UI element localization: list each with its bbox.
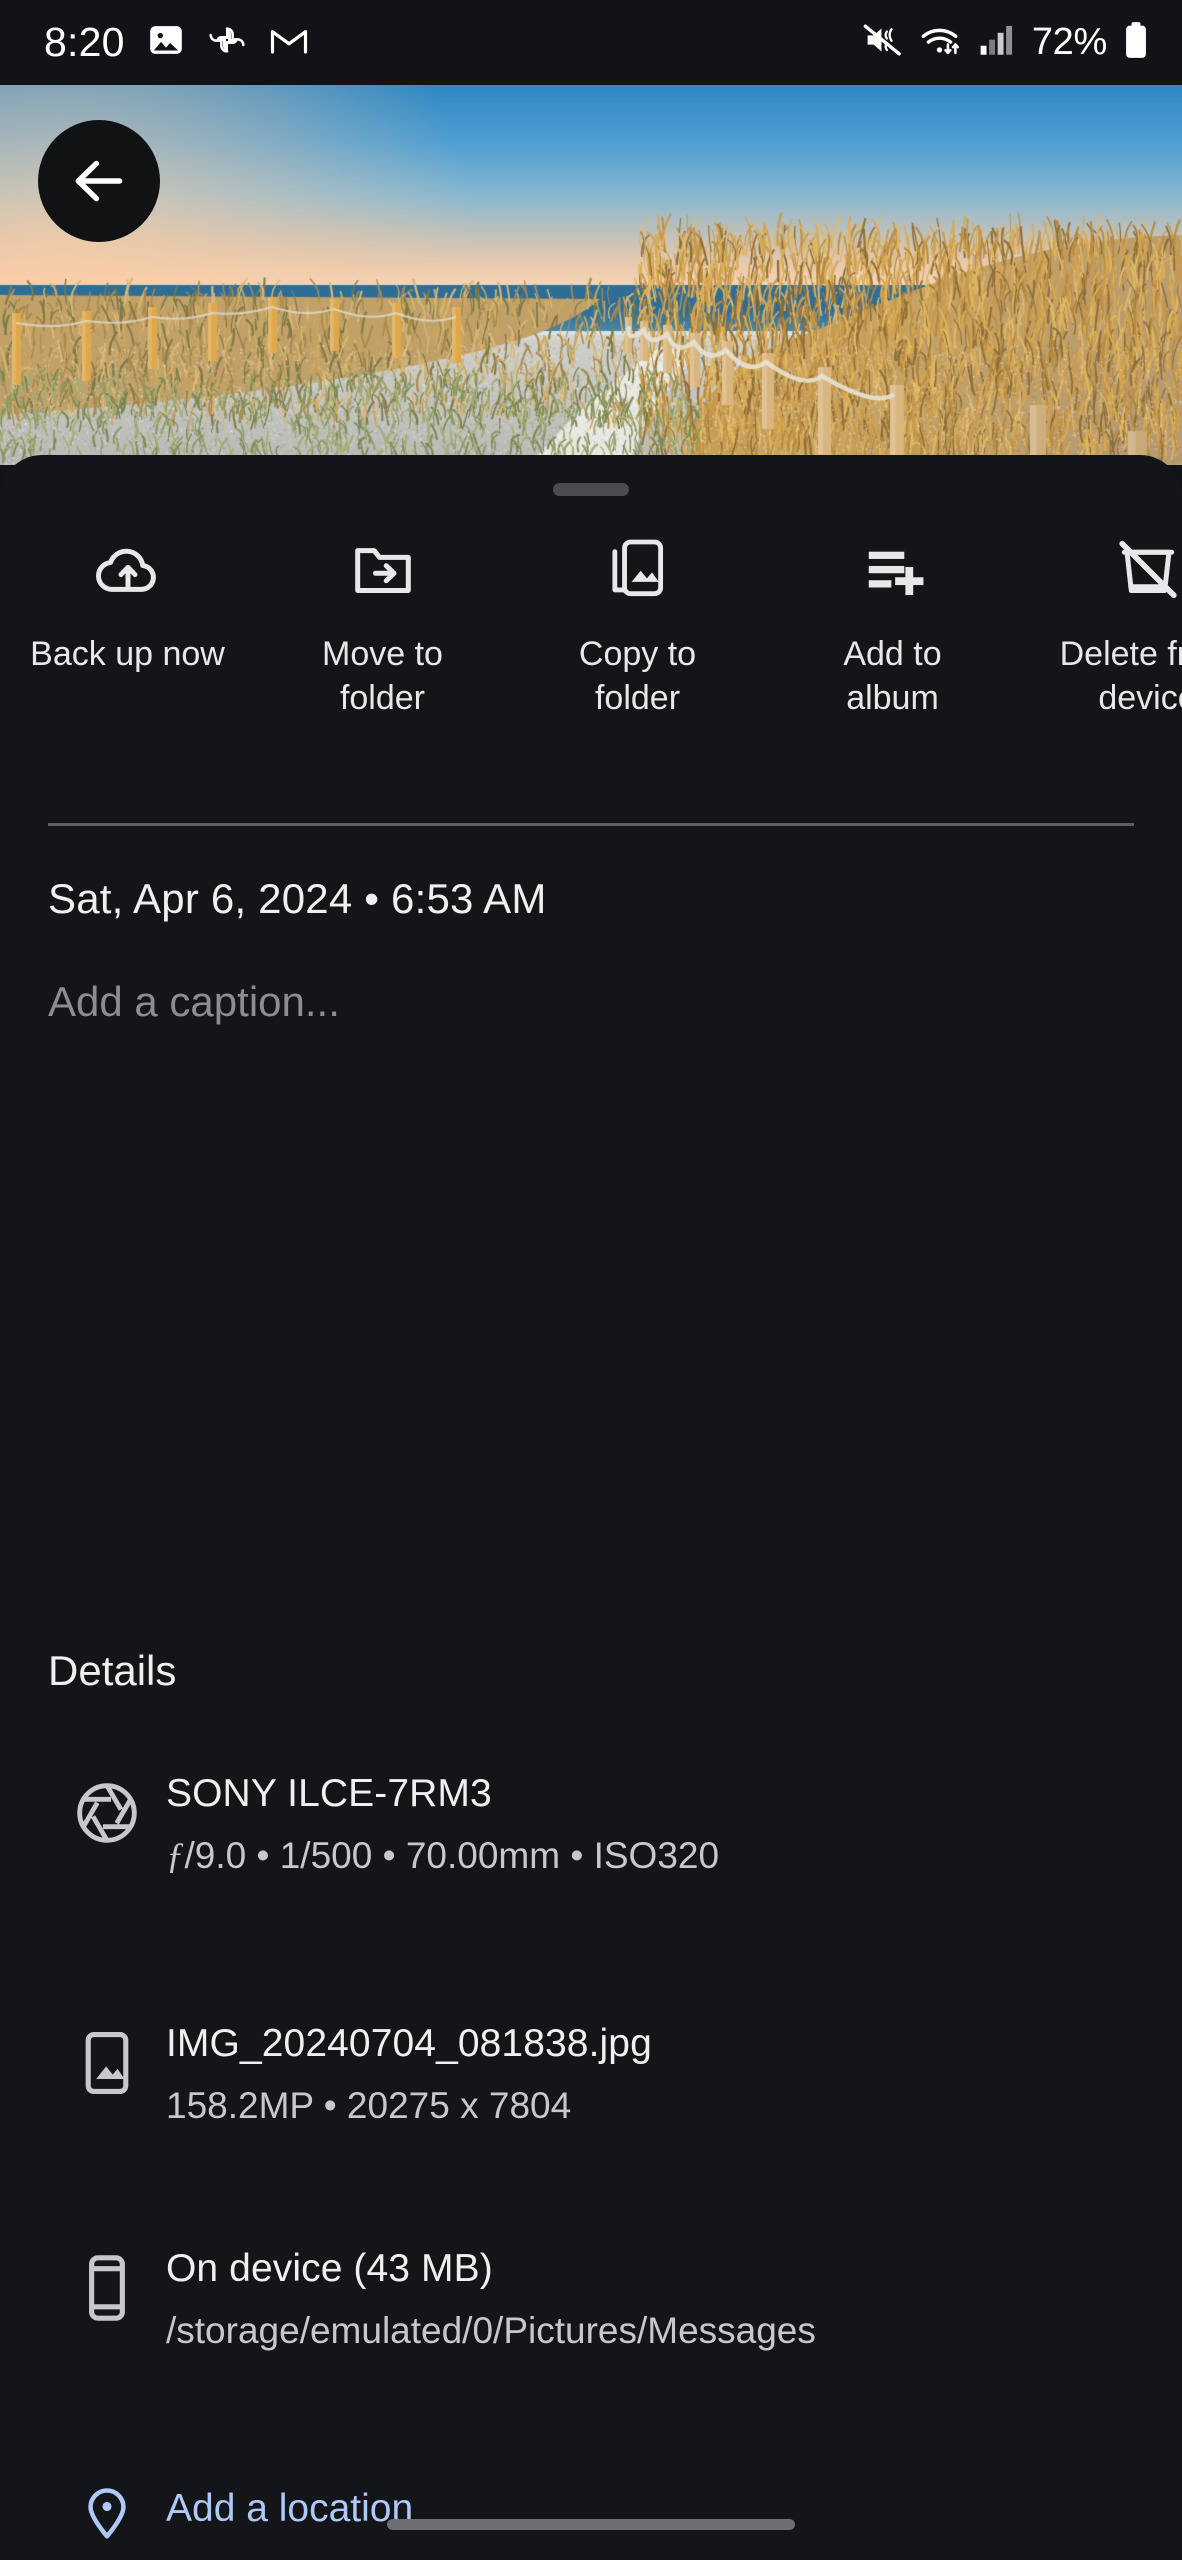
folder-move-icon bbox=[348, 533, 418, 607]
gmail-icon bbox=[269, 25, 309, 60]
action-back-up-now[interactable]: Back up now bbox=[0, 533, 255, 677]
storage-path: /storage/emulated/0/Pictures/Messages bbox=[166, 2308, 816, 2354]
action-delete-from-device[interactable]: Delete from device bbox=[1020, 533, 1182, 720]
photo-details-screen: 8:20 72% Back up now Move to folder Copy… bbox=[0, 0, 1182, 2560]
detail-row-camera[interactable]: SONY ILCE-7RM3 ƒ/9.0 • 1/500 • 70.00mm •… bbox=[48, 1770, 1134, 1880]
copy-to-folder-icon bbox=[603, 533, 673, 607]
caption-input[interactable]: Add a caption... bbox=[48, 978, 1048, 1026]
file-name: IMG_20240704_081838.jpg bbox=[166, 2020, 652, 2069]
storage-location: On device (43 MB) bbox=[166, 2245, 816, 2294]
action-row: Back up now Move to folder Copy to folde… bbox=[0, 533, 1182, 720]
back-button[interactable] bbox=[38, 120, 160, 242]
detail-text: On device (43 MB) /storage/emulated/0/Pi… bbox=[166, 2245, 816, 2354]
camera-model: SONY ILCE-7RM3 bbox=[166, 1770, 719, 1819]
cellular-signal-icon bbox=[979, 23, 1015, 62]
detail-text: IMG_20240704_081838.jpg 158.2MP • 20275 … bbox=[166, 2020, 652, 2129]
action-label: Add to album bbox=[843, 633, 941, 720]
battery-icon bbox=[1124, 21, 1148, 64]
google-photos-icon bbox=[207, 20, 247, 65]
add-location-label: Add a location bbox=[166, 2487, 413, 2531]
image-file-icon bbox=[48, 2020, 166, 2100]
photo-preview[interactable] bbox=[0, 85, 1182, 465]
details-bottom-sheet: Back up now Move to folder Copy to folde… bbox=[0, 455, 1182, 2560]
action-add-to-album[interactable]: Add to album bbox=[765, 533, 1020, 720]
battery-percent: 72% bbox=[1032, 21, 1107, 64]
file-resolution: 158.2MP • 20275 x 7804 bbox=[166, 2083, 652, 2129]
gesture-nav-bar[interactable] bbox=[387, 2519, 795, 2530]
camera-exposure: ƒ/9.0 • 1/500 • 70.00mm • ISO320 bbox=[166, 1833, 719, 1880]
action-move-to-folder[interactable]: Move to folder bbox=[255, 533, 510, 720]
status-bar-left: 8:20 bbox=[44, 19, 309, 66]
aperture-f-glyph: ƒ bbox=[166, 1836, 185, 1877]
status-bar-right: 72% bbox=[863, 21, 1148, 64]
action-copy-to-folder[interactable]: Copy to folder bbox=[510, 533, 765, 720]
details-heading: Details bbox=[48, 1647, 176, 1695]
back-arrow-icon bbox=[68, 150, 130, 212]
location-pin-icon bbox=[48, 2475, 166, 2543]
status-time: 8:20 bbox=[44, 19, 125, 66]
wifi-icon bbox=[920, 22, 962, 63]
mute-icon bbox=[863, 22, 903, 63]
action-label: Delete from device bbox=[1060, 633, 1182, 720]
photos-gallery-icon bbox=[147, 21, 185, 64]
detail-row-file[interactable]: IMG_20240704_081838.jpg 158.2MP • 20275 … bbox=[48, 2020, 1134, 2129]
action-label: Move to folder bbox=[322, 633, 443, 720]
action-label: Back up now bbox=[30, 633, 225, 677]
cloud-upload-icon bbox=[93, 533, 163, 607]
add-to-album-icon bbox=[858, 533, 928, 607]
status-bar: 8:20 72% bbox=[0, 0, 1182, 85]
detail-row-add-location[interactable]: Add a location bbox=[48, 2475, 1134, 2543]
beach-dune-sunset-photo[interactable] bbox=[0, 85, 1182, 465]
phone-device-icon bbox=[48, 2245, 166, 2325]
delete-from-device-icon bbox=[1113, 533, 1182, 607]
divider bbox=[48, 823, 1134, 826]
detail-text: SONY ILCE-7RM3 ƒ/9.0 • 1/500 • 70.00mm •… bbox=[166, 1770, 719, 1880]
exposure-values: /9.0 • 1/500 • 70.00mm • ISO320 bbox=[185, 1835, 720, 1876]
detail-row-device[interactable]: On device (43 MB) /storage/emulated/0/Pi… bbox=[48, 2245, 1134, 2354]
aperture-icon bbox=[48, 1770, 166, 1850]
sheet-drag-handle[interactable] bbox=[553, 483, 629, 496]
photo-date-time: Sat, Apr 6, 2024 • 6:53 AM bbox=[48, 875, 547, 923]
action-label: Copy to folder bbox=[579, 633, 696, 720]
